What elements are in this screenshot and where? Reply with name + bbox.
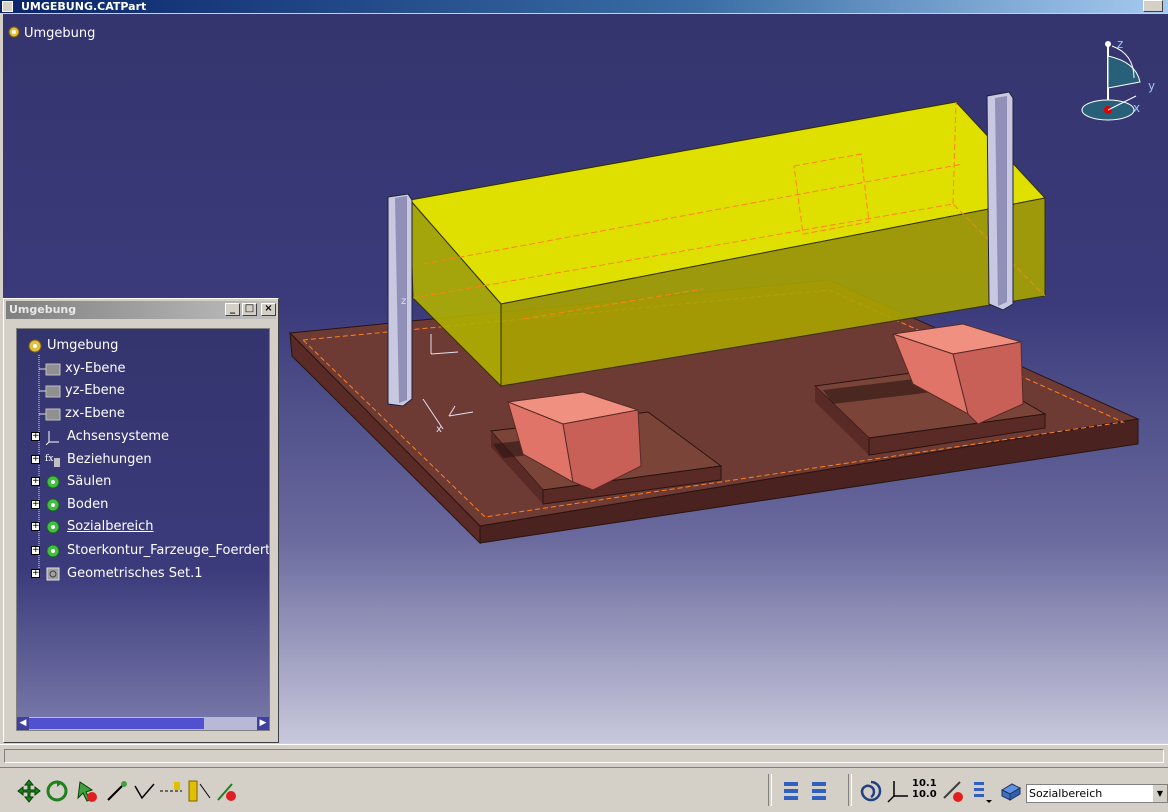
expand-plus-icon[interactable]: + bbox=[31, 432, 40, 441]
tree-maximize-button[interactable]: □ bbox=[242, 303, 257, 316]
plane-icon bbox=[45, 385, 61, 398]
pan-icon[interactable] bbox=[16, 778, 42, 804]
window-title: UMGEBUNG.CATPart bbox=[21, 0, 147, 13]
expand-plus-icon[interactable]: + bbox=[31, 569, 40, 578]
update-spiral-icon[interactable] bbox=[858, 778, 884, 804]
rotate-icon[interactable] bbox=[44, 778, 70, 804]
bottom-toolbar: 10.1 10.0 Sozialbereich ▼ bbox=[0, 767, 1168, 812]
compass-navigator[interactable]: z y x bbox=[1078, 26, 1158, 136]
toolbar-separator bbox=[768, 774, 772, 806]
body-gear-icon bbox=[46, 475, 60, 489]
list-dropdown-icon[interactable] bbox=[968, 778, 994, 804]
specification-tree[interactable]: Umgebung xy-Ebene yz-Ebene zx-Ebene + Ac… bbox=[16, 328, 270, 731]
relations-fx-icon: fx bbox=[45, 454, 60, 467]
measure-item-icon[interactable] bbox=[186, 778, 212, 804]
chevron-down-icon[interactable]: ▼ bbox=[1153, 785, 1167, 802]
body-gear-icon bbox=[46, 498, 60, 512]
current-body-value: Sozialbereich bbox=[1029, 787, 1103, 800]
measure-between-icon[interactable] bbox=[158, 778, 184, 804]
svg-text:fx: fx bbox=[45, 454, 53, 464]
plane-icon bbox=[45, 408, 61, 421]
axis-system-icon bbox=[45, 431, 59, 445]
hide-show-icon[interactable] bbox=[74, 778, 100, 804]
expand-plus-icon[interactable]: + bbox=[31, 522, 40, 531]
tree-close-button[interactable]: × bbox=[261, 303, 276, 316]
catia-app-icon bbox=[2, 1, 13, 12]
measure-value-bottom: 10.0 bbox=[912, 789, 937, 800]
compass-x-label: x bbox=[1133, 101, 1140, 115]
geometric-set-icon bbox=[46, 567, 60, 581]
status-field bbox=[4, 749, 1164, 763]
expand-plus-icon[interactable]: + bbox=[31, 500, 40, 509]
fly-mode-icon[interactable] bbox=[104, 778, 130, 804]
status-bar bbox=[0, 744, 1168, 767]
window-titlebar: UMGEBUNG.CATPart bbox=[0, 0, 1168, 13]
normal-view-icon[interactable] bbox=[132, 778, 158, 804]
minimize-button[interactable] bbox=[1143, 0, 1163, 12]
tree-minimize-button[interactable]: _ bbox=[225, 303, 240, 316]
measure-values-icon[interactable]: 10.1 10.0 bbox=[912, 778, 938, 804]
tree-expand-icon[interactable] bbox=[808, 778, 834, 804]
scrollbar-thumb[interactable] bbox=[29, 718, 204, 729]
body-gear-icon bbox=[46, 520, 60, 534]
tree-window-title: Umgebung bbox=[9, 303, 77, 316]
body-gear-icon bbox=[46, 544, 60, 558]
axis-system-tool-icon[interactable] bbox=[886, 778, 912, 804]
tree-horizontal-scrollbar[interactable]: ◀ ▶ bbox=[17, 717, 269, 730]
scroll-left-icon[interactable]: ◀ bbox=[17, 717, 29, 730]
specification-tree-window[interactable]: Umgebung _ □ × Umgebung xy-Ebene yz-Eben… bbox=[3, 298, 279, 743]
part-gear-icon bbox=[28, 339, 42, 353]
expand-plus-icon[interactable]: + bbox=[31, 546, 40, 555]
analysis-icon[interactable] bbox=[940, 778, 966, 804]
tree-list-icon[interactable] bbox=[780, 778, 806, 804]
tree-window-titlebar[interactable]: Umgebung _ □ × bbox=[6, 301, 276, 319]
expand-plus-icon[interactable]: + bbox=[31, 455, 40, 464]
toolbar-separator bbox=[848, 774, 852, 806]
plane-icon bbox=[45, 363, 61, 376]
current-body-dropdown[interactable]: Sozialbereich ▼ bbox=[1026, 784, 1168, 803]
measure-value-top: 10.1 bbox=[912, 778, 937, 789]
swap-visible-space-icon[interactable] bbox=[214, 778, 240, 804]
compass-z-label: z bbox=[1117, 37, 1123, 51]
scroll-right-icon[interactable]: ▶ bbox=[257, 717, 269, 730]
svg-text:z: z bbox=[401, 296, 406, 307]
svg-text:x: x bbox=[436, 424, 442, 435]
expand-plus-icon[interactable]: + bbox=[31, 477, 40, 486]
body-3d-icon[interactable] bbox=[998, 778, 1024, 804]
compass-y-label: y bbox=[1148, 79, 1155, 93]
